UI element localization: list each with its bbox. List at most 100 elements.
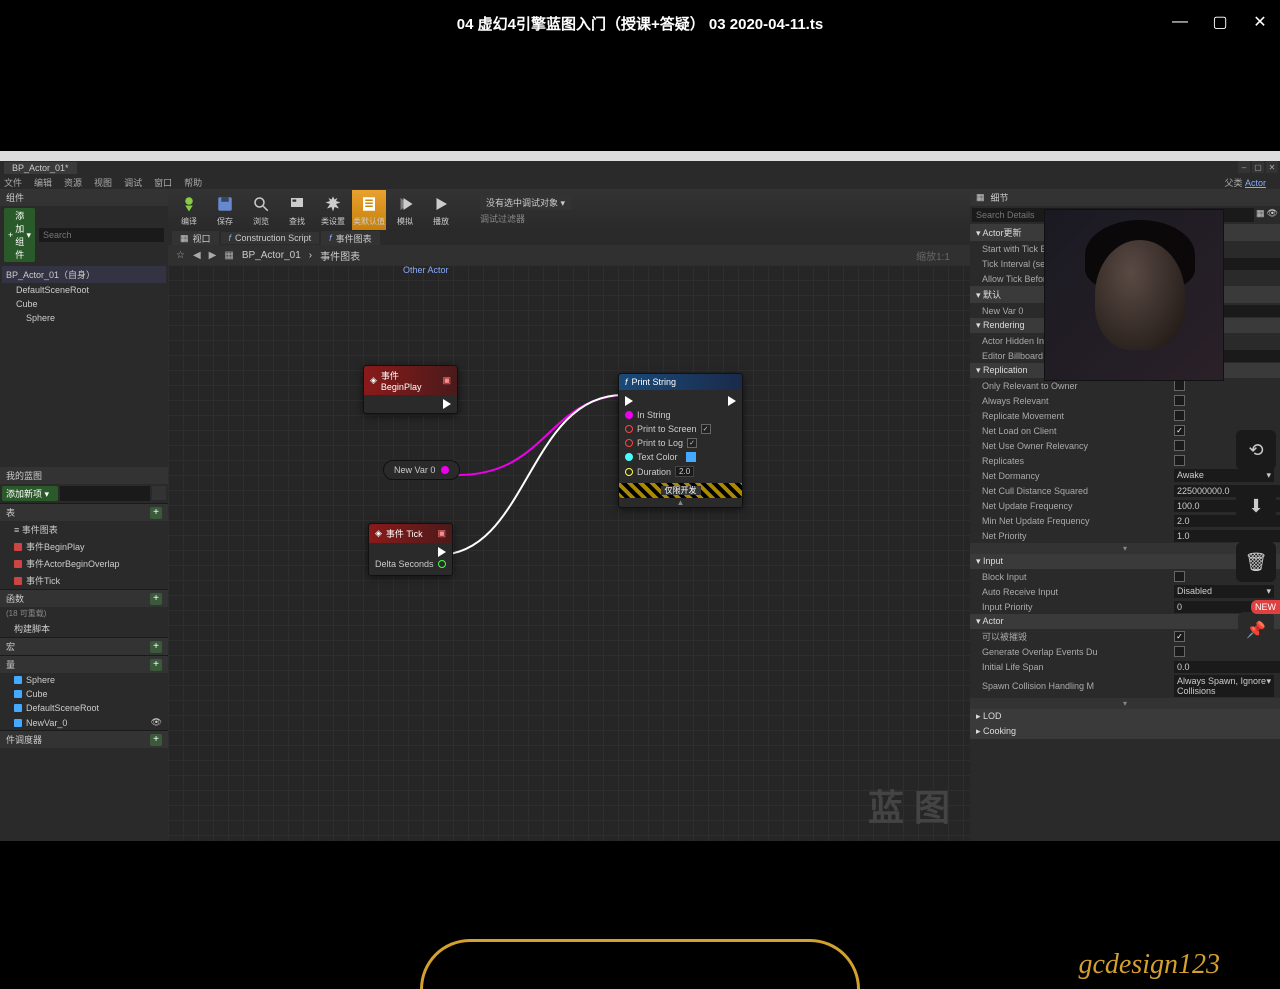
event-item[interactable]: 事件Tick bbox=[0, 572, 168, 589]
color-pin[interactable] bbox=[625, 453, 633, 461]
menu-help[interactable]: 帮助 bbox=[184, 176, 202, 189]
myblueprint-add-button[interactable]: 添加新项 ▾ bbox=[2, 486, 58, 501]
graph-item[interactable]: ≡ 事件图表 bbox=[0, 521, 168, 538]
forward-icon[interactable]: ▶ bbox=[209, 250, 217, 261]
toolbar-play-button[interactable]: 播放 bbox=[424, 190, 458, 230]
checkbox[interactable] bbox=[1174, 380, 1185, 391]
ue-min-icon[interactable]: – bbox=[1238, 161, 1250, 173]
minimize-button[interactable]: — bbox=[1170, 12, 1190, 32]
toolbar-simulate-button[interactable]: 模拟 bbox=[388, 190, 422, 230]
toolbar-compile-button[interactable]: 编译 bbox=[172, 190, 206, 230]
section-functions[interactable]: 函数+ bbox=[0, 589, 168, 607]
toolbar-save-button[interactable]: 保存 bbox=[208, 190, 242, 230]
variable-item[interactable]: Sphere bbox=[0, 673, 168, 687]
event-graph-canvas[interactable]: Other Actor ◈事件BeginPlay▣ New Var 0 ◈事件 … bbox=[168, 265, 970, 841]
checkbox[interactable] bbox=[1174, 455, 1185, 466]
back-icon[interactable]: ◀ bbox=[193, 250, 201, 261]
node-newvar[interactable]: New Var 0 bbox=[383, 460, 460, 480]
detail-section-header[interactable]: ▸ LOD bbox=[970, 709, 1280, 724]
debug-object-dropdown[interactable]: 没有选中调试对象 ▾ bbox=[480, 195, 571, 210]
variable-item[interactable]: NewVar_0👁 bbox=[0, 715, 168, 730]
add-dispatch-icon[interactable]: + bbox=[150, 734, 162, 746]
variable-item[interactable]: Cube bbox=[0, 687, 168, 701]
download-button[interactable]: ⬇ bbox=[1236, 486, 1276, 526]
float-pin[interactable] bbox=[625, 468, 633, 476]
section-eventdispatch[interactable]: 件调度器+ bbox=[0, 730, 168, 748]
node-tick[interactable]: ◈事件 Tick▣ Delta Seconds bbox=[368, 523, 453, 576]
node-beginplay[interactable]: ◈事件BeginPlay▣ bbox=[363, 365, 458, 414]
var-out-pin[interactable] bbox=[441, 466, 449, 474]
dropdown[interactable]: Disabled▾ bbox=[1174, 585, 1274, 598]
pin-button[interactable]: 📌 bbox=[1238, 612, 1274, 648]
menu-debug[interactable]: 调试 bbox=[124, 176, 142, 189]
function-item[interactable]: 构建脚本 bbox=[0, 620, 168, 637]
component-root[interactable]: BP_Actor_01（自身） bbox=[2, 266, 166, 283]
tab-viewport[interactable]: ▦ 视口 bbox=[172, 231, 219, 246]
checkbox[interactable] bbox=[1174, 646, 1185, 657]
section-variables[interactable]: 量+ bbox=[0, 655, 168, 673]
component-item[interactable]: Sphere bbox=[2, 311, 166, 325]
event-item[interactable]: 事件BeginPlay bbox=[0, 538, 168, 555]
expand-toggle[interactable]: ▾ bbox=[970, 698, 1280, 709]
component-item[interactable]: DefaultSceneRoot bbox=[2, 283, 166, 297]
menu-edit[interactable]: 编辑 bbox=[34, 176, 52, 189]
add-macro-icon[interactable]: + bbox=[150, 641, 162, 653]
toolbar-find-button[interactable]: 查找 bbox=[280, 190, 314, 230]
checkbox[interactable]: ✓ bbox=[1174, 631, 1185, 642]
favorite-icon[interactable]: ☆ bbox=[176, 250, 185, 261]
checkbox[interactable] bbox=[1174, 410, 1185, 421]
delete-button[interactable]: 🗑 bbox=[1236, 542, 1276, 582]
add-variable-icon[interactable]: + bbox=[150, 659, 162, 671]
section-macros[interactable]: 宏+ bbox=[0, 637, 168, 655]
checkbox[interactable]: ✓ bbox=[1174, 425, 1185, 436]
event-item[interactable]: 事件ActorBeginOverlap bbox=[0, 555, 168, 572]
share-button[interactable]: ⟲ bbox=[1236, 430, 1276, 470]
grid-icon[interactable]: ▦ bbox=[224, 250, 233, 261]
dropdown[interactable]: Always Spawn, Ignore Collisions▾ bbox=[1174, 675, 1274, 697]
menu-window[interactable]: 窗口 bbox=[154, 176, 172, 189]
bool-pin[interactable] bbox=[625, 439, 633, 447]
ue-asset-tab[interactable]: BP_Actor_01* bbox=[4, 162, 77, 174]
value-input[interactable] bbox=[1174, 661, 1280, 673]
checkbox[interactable] bbox=[1174, 395, 1185, 406]
exec-in-pin[interactable] bbox=[625, 396, 633, 406]
detail-section-header[interactable]: ▾ Actor bbox=[970, 614, 1280, 629]
string-in-pin[interactable] bbox=[625, 411, 633, 419]
ue-max-icon[interactable]: ▢ bbox=[1252, 161, 1264, 173]
close-button[interactable]: ✕ bbox=[1250, 12, 1270, 32]
toolbar-browse-button[interactable]: 浏览 bbox=[244, 190, 278, 230]
bool-pin[interactable] bbox=[625, 425, 633, 433]
tab-construction[interactable]: f Construction Script bbox=[221, 232, 320, 244]
node-printstring[interactable]: fPrint String In String Print to Screen✓… bbox=[618, 373, 743, 508]
variable-item[interactable]: DefaultSceneRoot bbox=[0, 701, 168, 715]
maximize-button[interactable]: ▢ bbox=[1210, 12, 1230, 32]
detail-section-header[interactable]: ▾ Input bbox=[970, 554, 1280, 569]
add-graph-icon[interactable]: + bbox=[150, 507, 162, 519]
float-out-pin[interactable] bbox=[438, 560, 446, 568]
checkbox[interactable] bbox=[1174, 571, 1185, 582]
exec-out-pin[interactable] bbox=[443, 399, 451, 409]
component-item[interactable]: Cube bbox=[2, 297, 166, 311]
eye-icon[interactable] bbox=[152, 486, 166, 500]
exec-out-pin[interactable] bbox=[438, 547, 446, 557]
add-component-button[interactable]: +添加组件▾ bbox=[4, 208, 35, 262]
section-graphs[interactable]: 表+ bbox=[0, 503, 168, 521]
menu-view[interactable]: 视图 bbox=[94, 176, 112, 189]
menu-asset[interactable]: 资源 bbox=[64, 176, 82, 189]
tab-eventgraph[interactable]: f 事件图表 bbox=[321, 231, 380, 246]
add-function-icon[interactable]: + bbox=[150, 593, 162, 605]
checkbox[interactable] bbox=[1174, 440, 1185, 451]
toolbar-defaults-button[interactable]: 类默认值 bbox=[352, 190, 386, 230]
expand-toggle[interactable]: ▾ bbox=[970, 543, 1280, 554]
ue-close-icon[interactable]: ✕ bbox=[1266, 161, 1278, 173]
dev-only-banner: 仅限开发 bbox=[619, 483, 742, 498]
eye-icon[interactable]: 👁 bbox=[1267, 208, 1278, 222]
toolbar-settings-button[interactable]: 类设置 bbox=[316, 190, 350, 230]
components-search-input[interactable] bbox=[39, 228, 164, 242]
filter-icon[interactable]: ▦ bbox=[1256, 208, 1265, 222]
detail-section-header[interactable]: ▸ Cooking bbox=[970, 724, 1280, 739]
exec-out-pin[interactable] bbox=[728, 396, 736, 406]
components-panel-header: 组件 bbox=[0, 189, 168, 206]
myblueprint-search-input[interactable] bbox=[60, 486, 150, 501]
menu-file[interactable]: 文件 bbox=[4, 176, 22, 189]
